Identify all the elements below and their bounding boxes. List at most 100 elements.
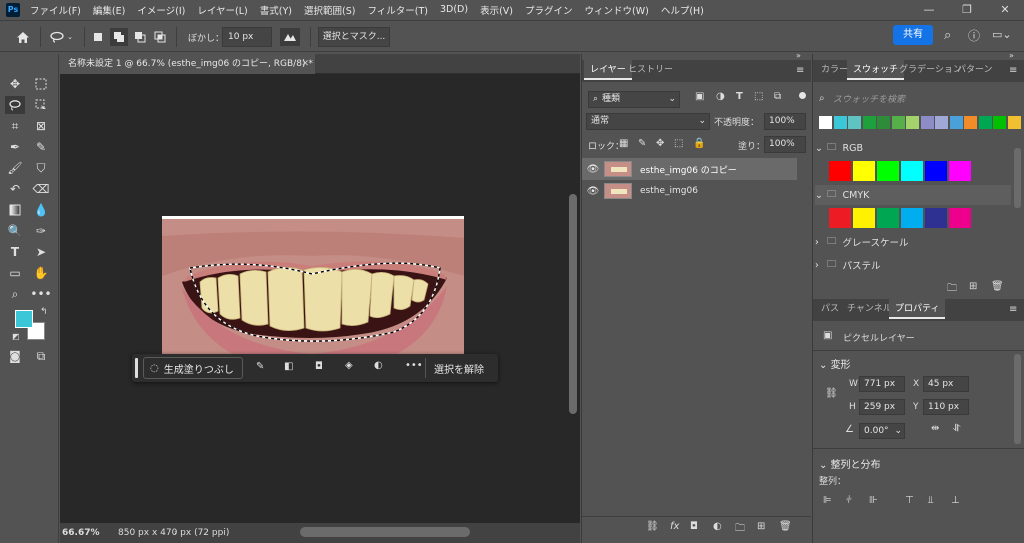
new-layer-icon[interactable]: ⊞	[757, 521, 765, 532]
filter-shape-icon[interactable]: ⬚	[754, 91, 763, 102]
clone-stamp-tool-icon[interactable]: ⛉	[31, 159, 51, 177]
layer-name[interactable]: esthe_img06	[640, 186, 698, 196]
menu-window[interactable]: ウィンドウ(W)	[579, 3, 655, 17]
lock-image-icon[interactable]: ✎	[638, 138, 646, 149]
panel-menu-icon[interactable]: ≡	[1009, 65, 1017, 76]
recent-swatch[interactable]	[891, 116, 905, 129]
align-right-icon[interactable]: ⊪	[869, 495, 878, 506]
layer-row-copy[interactable]: 👁 esthe_img06 のコピー	[582, 158, 797, 180]
blur-tool-icon[interactable]: 💧	[31, 201, 51, 219]
filter-pixel-icon[interactable]: ▣	[695, 91, 704, 102]
recent-swatch[interactable]	[848, 116, 861, 129]
recent-swatch[interactable]	[978, 116, 992, 129]
lock-all-icon[interactable]: 🔒	[693, 138, 705, 149]
color-swatch[interactable]	[901, 161, 923, 181]
recent-swatch[interactable]	[920, 116, 934, 129]
recent-swatch[interactable]	[862, 116, 876, 129]
new-swatch-group-icon[interactable]: 🗀	[947, 281, 957, 298]
minimize-icon[interactable]: —	[910, 0, 948, 19]
new-swatch-icon[interactable]: ⊞	[969, 281, 977, 292]
panel-menu-icon[interactable]: ≡	[796, 65, 804, 76]
color-swatch[interactable]	[901, 208, 923, 228]
anti-alias-icon[interactable]	[280, 28, 300, 46]
recent-swatch[interactable]	[935, 116, 948, 129]
recent-swatch[interactable]	[819, 116, 832, 129]
width-input[interactable]: 771 px	[859, 376, 905, 392]
x-input[interactable]: 45 px	[923, 376, 969, 392]
recent-swatch[interactable]	[949, 116, 963, 129]
transform-section-title[interactable]: ⌄ 変形	[819, 356, 851, 371]
color-swatch[interactable]	[925, 208, 947, 228]
object-selection-tool-icon[interactable]	[31, 96, 51, 114]
collapse-panel-icon[interactable]: »	[796, 51, 801, 60]
link-dimensions-icon[interactable]: ⛓	[825, 388, 838, 399]
lasso-tool-icon[interactable]	[5, 96, 25, 114]
menu-3d[interactable]: 3D(D)	[434, 4, 474, 15]
blend-mode-select[interactable]: 通常 ⌄	[586, 113, 710, 130]
menu-edit[interactable]: 編集(E)	[87, 3, 131, 17]
fill-input[interactable]: 100%	[764, 136, 806, 153]
new-group-icon[interactable]: 🗀	[735, 521, 745, 538]
eraser-tool-icon[interactable]: ⌫	[31, 180, 51, 198]
modify-selection-icon[interactable]: ✎	[256, 361, 264, 372]
intersect-selection-icon[interactable]	[152, 28, 168, 46]
recent-swatch[interactable]	[906, 116, 919, 129]
link-layers-icon[interactable]: ⛓	[646, 521, 659, 532]
color-swatch[interactable]	[949, 161, 971, 181]
delete-swatch-icon[interactable]: 🗑	[991, 281, 1004, 292]
delete-layer-icon[interactable]: 🗑	[779, 521, 792, 532]
search-icon[interactable]: ⌕	[944, 28, 951, 43]
menu-select[interactable]: 選択範囲(S)	[298, 3, 361, 17]
filter-toggle-icon[interactable]	[799, 92, 806, 99]
recent-swatch[interactable]	[964, 116, 977, 129]
align-bottom-icon[interactable]: ⊥	[951, 495, 960, 506]
align-top-icon[interactable]: ⊤	[905, 495, 914, 506]
color-swatch[interactable]	[925, 161, 947, 181]
move-tool-icon[interactable]: ✥	[5, 75, 25, 93]
close-icon[interactable]: ✕	[986, 0, 1024, 19]
layer-name[interactable]: esthe_img06 のコピー	[640, 163, 737, 176]
dodge-tool-icon[interactable]: 🔍	[5, 222, 25, 240]
history-brush-tool-icon[interactable]: ↶	[5, 180, 25, 198]
angle-input[interactable]: 0.00° ⌄	[859, 423, 905, 439]
drag-handle[interactable]	[135, 358, 138, 378]
collapse-dock-icon[interactable]: »	[1009, 51, 1014, 60]
vertical-scrollbar[interactable]	[566, 74, 580, 523]
menu-help[interactable]: ヘルプ(H)	[655, 3, 710, 17]
visibility-eye-icon[interactable]: 👁	[582, 164, 604, 175]
tab-patterns[interactable]: パターン	[951, 60, 999, 80]
recent-swatch[interactable]	[877, 116, 890, 129]
new-selection-icon[interactable]	[90, 28, 106, 46]
pen-tool-icon[interactable]: ✑	[31, 222, 51, 240]
add-selection-icon[interactable]	[110, 28, 128, 46]
color-swatch[interactable]	[829, 161, 851, 181]
properties-menu-icon[interactable]: ≡	[1009, 304, 1017, 315]
more-tools-icon[interactable]: •••	[30, 285, 51, 303]
recent-swatch[interactable]	[1007, 116, 1021, 129]
layer-filter-select[interactable]: ⌕ 種類 ⌄	[588, 91, 680, 108]
swatch-group-cmyk[interactable]: ⌄ 🗀 CMYK	[815, 185, 1011, 205]
frame-tool-icon[interactable]: ⊠	[31, 117, 51, 135]
properties-scrollbar[interactable]	[1014, 354, 1021, 444]
color-swatch[interactable]	[853, 161, 875, 181]
swatch-group-rgb[interactable]: ⌄ 🗀 RGB	[815, 138, 1011, 158]
eyedropper-tool-icon[interactable]: ✒	[5, 138, 25, 156]
workspace-icon[interactable]: ▭⌄	[992, 28, 1012, 41]
filter-smart-object-icon[interactable]: ⧉	[774, 91, 781, 102]
help-icon[interactable]: ⓘ	[968, 27, 980, 44]
marquee-tool-icon[interactable]	[31, 75, 51, 93]
adjustment-layer-icon[interactable]: ◐	[374, 360, 383, 371]
color-swatch[interactable]	[877, 208, 899, 228]
swatch-scrollbar[interactable]	[1014, 148, 1021, 208]
zoom-level[interactable]: 66.67%	[62, 523, 100, 543]
align-left-icon[interactable]: ⊫	[823, 495, 832, 506]
menu-layer[interactable]: レイヤー(L)	[191, 3, 253, 17]
foreground-color-swatch[interactable]	[15, 310, 33, 328]
flip-vertical-icon[interactable]: ⥯	[953, 423, 960, 434]
create-mask-icon[interactable]: ◘	[315, 361, 323, 372]
menu-view[interactable]: 表示(V)	[474, 3, 519, 17]
layer-row-original[interactable]: 👁 esthe_img06	[582, 180, 797, 202]
menu-type[interactable]: 書式(Y)	[254, 3, 298, 17]
brush-tool-icon[interactable]: 🖌	[5, 159, 25, 177]
recent-swatch[interactable]	[993, 116, 1006, 129]
